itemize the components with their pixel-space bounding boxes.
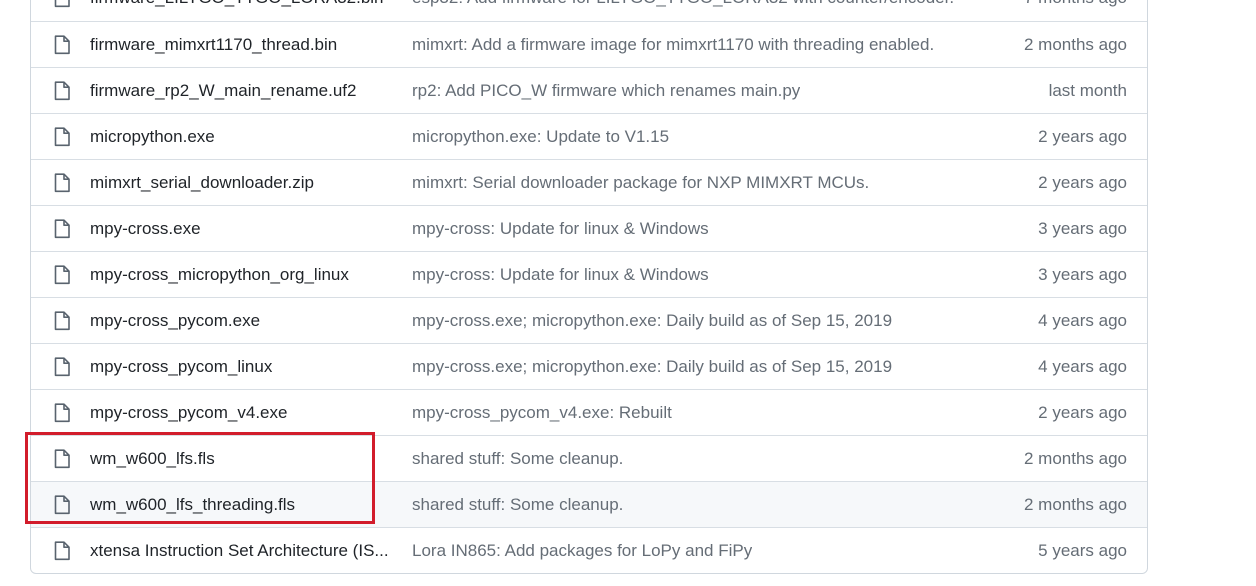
file-icon xyxy=(54,127,70,147)
file-icon xyxy=(54,495,70,515)
file-name-link[interactable]: wm_w600_lfs_threading.fls xyxy=(90,482,295,527)
file-row[interactable]: firmware_mimxrt1170_thread.bin mimxrt: A… xyxy=(31,21,1147,67)
file-row[interactable]: mpy-cross_micropython_org_linux mpy-cros… xyxy=(31,251,1147,297)
file-row[interactable]: mpy-cross_pycom_v4.exe mpy-cross_pycom_v… xyxy=(31,389,1147,435)
file-name-link[interactable]: mpy-cross_pycom_v4.exe xyxy=(90,390,287,435)
commit-message-link[interactable]: shared stuff: Some cleanup. xyxy=(412,482,623,527)
file-name-link[interactable]: firmware_mimxrt1170_thread.bin xyxy=(90,22,337,67)
file-row[interactable]: mpy-cross_pycom.exe mpy-cross.exe; micro… xyxy=(31,297,1147,343)
file-name-link[interactable]: firmware_rp2_W_main_rename.uf2 xyxy=(90,68,356,113)
commit-message-link[interactable]: mpy-cross: Update for linux & Windows xyxy=(412,206,709,251)
commit-age: 2 years ago xyxy=(1038,127,1127,146)
file-name-link[interactable]: mpy-cross.exe xyxy=(90,206,201,251)
commit-message-link[interactable]: shared stuff: Some cleanup. xyxy=(412,436,623,481)
file-name-link[interactable]: firmware_LILYGO_TTGO_LORA32.bin xyxy=(90,0,384,20)
commit-message-link[interactable]: mpy-cross: Update for linux & Windows xyxy=(412,252,709,297)
file-icon xyxy=(54,173,70,193)
file-row[interactable]: wm_w600_lfs.fls shared stuff: Some clean… xyxy=(31,435,1147,481)
commit-message-link[interactable]: mimxrt: Serial downloader package for NX… xyxy=(412,160,869,205)
file-name-link[interactable]: wm_w600_lfs.fls xyxy=(90,436,215,481)
commit-message-link[interactable]: mpy-cross.exe; micropython.exe: Daily bu… xyxy=(412,344,892,389)
file-name-link[interactable]: mimxrt_serial_downloader.zip xyxy=(90,160,314,205)
commit-message-link[interactable]: mpy-cross.exe; micropython.exe: Daily bu… xyxy=(412,298,892,343)
commit-age: 2 years ago xyxy=(1038,173,1127,192)
commit-message-link[interactable]: micropython.exe: Update to V1.15 xyxy=(412,114,669,159)
file-icon xyxy=(54,35,70,55)
file-row[interactable]: xtensa Instruction Set Architecture (IS.… xyxy=(31,527,1147,573)
commit-age: 2 months ago xyxy=(1023,449,1127,468)
file-row[interactable]: wm_w600_lfs_threading.fls shared stuff: … xyxy=(31,481,1147,527)
file-name-link[interactable]: xtensa Instruction Set Architecture (IS.… xyxy=(90,528,389,573)
commit-age: 3 years ago xyxy=(1038,219,1127,238)
file-name-link[interactable]: mpy-cross_pycom_linux xyxy=(90,344,272,389)
file-list: firmware_LILYGO_TTGO_LORA32.bin esp32: A… xyxy=(30,0,1148,574)
commit-message-link[interactable]: mpy-cross_pycom_v4.exe: Rebuilt xyxy=(412,390,672,435)
file-row[interactable]: micropython.exe micropython.exe: Update … xyxy=(31,113,1147,159)
file-row[interactable]: mimxrt_serial_downloader.zip mimxrt: Ser… xyxy=(31,159,1147,205)
commit-age: 2 years ago xyxy=(1038,403,1127,422)
commit-age: 2 months ago xyxy=(1023,495,1127,514)
file-icon xyxy=(54,0,70,8)
file-row[interactable]: mpy-cross.exe mpy-cross: Update for linu… xyxy=(31,205,1147,251)
file-row[interactable]: mpy-cross_pycom_linux mpy-cross.exe; mic… xyxy=(31,343,1147,389)
commit-age: 7 months ago xyxy=(1024,0,1127,20)
commit-message-link[interactable]: mimxrt: Add a firmware image for mimxrt1… xyxy=(412,22,934,67)
commit-message-link[interactable]: rp2: Add PICO_W firmware which renames m… xyxy=(412,68,800,113)
file-icon xyxy=(54,449,70,469)
commit-message-link[interactable]: esp32: Add firmware for LILYGO_TTGO_LORA… xyxy=(412,0,954,20)
file-row[interactable]: firmware_rp2_W_main_rename.uf2 rp2: Add … xyxy=(31,67,1147,113)
commit-age: last month xyxy=(1048,81,1127,100)
commit-age: 4 years ago xyxy=(1038,357,1127,376)
file-icon xyxy=(54,403,70,423)
file-icon xyxy=(54,357,70,377)
file-name-link[interactable]: mpy-cross_micropython_org_linux xyxy=(90,252,349,297)
file-icon xyxy=(54,311,70,331)
file-icon xyxy=(54,81,70,101)
commit-age: 3 years ago xyxy=(1038,265,1127,284)
file-icon xyxy=(54,541,70,561)
file-name-link[interactable]: micropython.exe xyxy=(90,114,215,159)
file-icon xyxy=(54,265,70,285)
file-icon xyxy=(54,219,70,239)
file-name-link[interactable]: mpy-cross_pycom.exe xyxy=(90,298,260,343)
commit-age: 2 months ago xyxy=(1023,35,1127,54)
file-row[interactable]: firmware_LILYGO_TTGO_LORA32.bin esp32: A… xyxy=(31,0,1147,21)
commit-message-link[interactable]: Lora IN865: Add packages for LoPy and Fi… xyxy=(412,528,752,573)
commit-age: 4 years ago xyxy=(1038,311,1127,330)
commit-age: 5 years ago xyxy=(1038,541,1127,560)
